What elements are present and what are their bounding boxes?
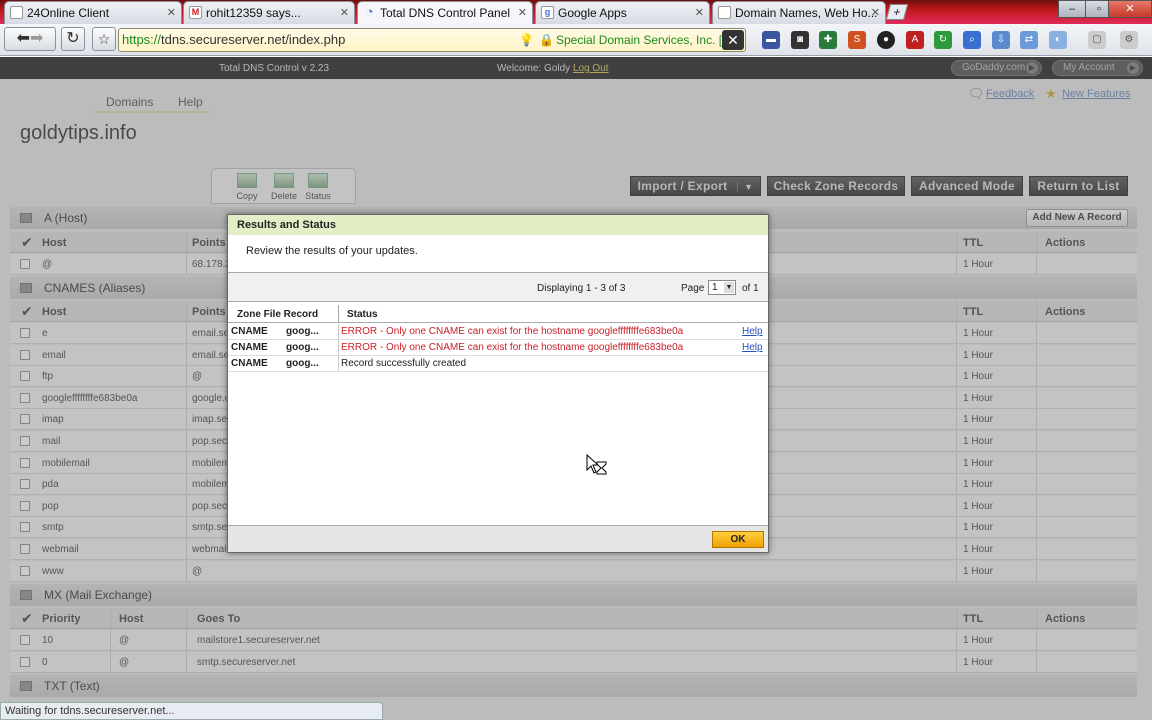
badge-icon[interactable]: ◐ bbox=[1049, 31, 1067, 49]
help-link[interactable]: Help bbox=[742, 326, 763, 337]
extension-flag-icon[interactable]: ▬ bbox=[762, 31, 780, 49]
loading-icon: ◔ bbox=[365, 4, 374, 19]
reload-button[interactable]: ↻ bbox=[61, 27, 85, 51]
address-bar[interactable]: https://tdns.secureserver.net/index.php … bbox=[118, 28, 746, 52]
new-tab-button[interactable]: + bbox=[885, 4, 909, 20]
result-row: CNAME goog... ERROR - Only one CNAME can… bbox=[228, 324, 768, 340]
forward-icon[interactable]: ➡ bbox=[30, 30, 43, 47]
google-icon: g bbox=[541, 6, 554, 19]
help-link[interactable]: Help bbox=[742, 342, 763, 353]
tab-label: Google Apps bbox=[558, 6, 627, 20]
tab-label: rohit12359 says... bbox=[206, 6, 301, 20]
col-status: Status bbox=[347, 309, 378, 320]
record-host: goog... bbox=[286, 326, 319, 337]
bookmark-button[interactable]: ☆ bbox=[92, 27, 116, 51]
browser-tab-bar: 24Online Client ✕ M rohit12359 says... ✕… bbox=[0, 0, 1152, 25]
tab-label: Domain Names, Web Ho... bbox=[735, 6, 878, 20]
camera-icon[interactable]: ◙ bbox=[791, 31, 809, 49]
window-close-button[interactable]: ✕ bbox=[1108, 0, 1152, 18]
chevron-down-icon: ▼ bbox=[724, 282, 734, 293]
record-host: goog... bbox=[286, 358, 319, 369]
page-total: of 1 bbox=[742, 283, 759, 294]
page-value: 1 bbox=[712, 282, 718, 293]
modal-subtitle: Review the results of your updates. bbox=[246, 245, 418, 257]
modal-footer: OK bbox=[228, 525, 768, 552]
browser-toolbar: ⬅➡ ↻ ☆ https://tdns.secureserver.net/ind… bbox=[0, 24, 1152, 56]
result-row: CNAME goog... Record successfully create… bbox=[228, 356, 768, 372]
tab-gmail[interactable]: M rohit12359 says... ✕ bbox=[183, 1, 355, 24]
url-path: tdns.secureserver.net/index.php bbox=[161, 32, 346, 47]
wrench-icon[interactable]: ⚙ bbox=[1120, 31, 1138, 49]
modal-title: Results and Status bbox=[228, 215, 768, 235]
pdf-icon[interactable]: A bbox=[906, 31, 924, 49]
browser-status-bar: Waiting for tdns.secureserver.net... bbox=[0, 702, 383, 720]
record-status: Record successfully created bbox=[341, 358, 467, 369]
seo-icon[interactable]: S bbox=[848, 31, 866, 49]
page-icon bbox=[718, 6, 731, 19]
busy-cursor-icon bbox=[586, 454, 607, 475]
puzzle-icon[interactable]: ✚ bbox=[819, 31, 837, 49]
tab-domain-names[interactable]: Domain Names, Web Ho... ✕ bbox=[712, 1, 886, 24]
lightbulb-icon[interactable]: 💡 bbox=[519, 29, 534, 51]
circle-app-icon[interactable]: ● bbox=[877, 31, 895, 49]
tab-total-dns[interactable]: ◔ Total DNS Control Panel ✕ bbox=[357, 1, 533, 25]
translate-icon[interactable]: ⇄ bbox=[1020, 31, 1038, 49]
url-scheme: https:// bbox=[122, 32, 162, 47]
close-icon[interactable]: ✕ bbox=[695, 6, 704, 19]
reload-icon: ↻ bbox=[66, 30, 80, 47]
close-icon[interactable]: ✕ bbox=[871, 6, 880, 19]
results-table-header: Zone File Record Status bbox=[228, 305, 768, 323]
back-icon[interactable]: ⬅ bbox=[17, 30, 30, 47]
page-icon bbox=[10, 6, 23, 19]
tab-label: 24Online Client bbox=[27, 6, 110, 20]
back-forward-buttons[interactable]: ⬅➡ bbox=[4, 27, 56, 51]
lock-icon[interactable]: 🔒 bbox=[539, 29, 554, 51]
record-status: ERROR - Only one CNAME can exist for the… bbox=[341, 342, 684, 353]
star-icon: ☆ bbox=[97, 31, 111, 47]
display-count: Displaying 1 - 3 of 3 bbox=[537, 283, 626, 294]
modal-pager: Displaying 1 - 3 of 3 Page 1 ▼ of 1 bbox=[228, 272, 768, 302]
tab-24online[interactable]: 24Online Client ✕ bbox=[4, 1, 182, 24]
close-icon[interactable]: ✕ bbox=[167, 6, 176, 19]
record-type: CNAME bbox=[231, 342, 268, 353]
page-select[interactable]: 1 ▼ bbox=[708, 280, 736, 295]
ev-certificate[interactable]: Special Domain Services, Inc. [US] bbox=[556, 29, 742, 51]
record-host: goog... bbox=[286, 342, 319, 353]
results-modal: Results and Status Review the results of… bbox=[227, 214, 769, 553]
tab-label: Total DNS Control Panel bbox=[380, 6, 511, 20]
record-type: CNAME bbox=[231, 358, 268, 369]
gmail-icon: M bbox=[189, 6, 202, 19]
ok-button[interactable]: OK bbox=[712, 531, 764, 548]
page-menu-icon[interactable]: ▢ bbox=[1088, 31, 1106, 49]
tab-google-apps[interactable]: g Google Apps ✕ bbox=[535, 1, 710, 24]
col-zone-record: Zone File Record bbox=[237, 309, 319, 320]
record-status: ERROR - Only one CNAME can exist for the… bbox=[341, 326, 684, 337]
record-type: CNAME bbox=[231, 326, 268, 337]
minimize-button[interactable]: – bbox=[1058, 0, 1086, 18]
page-label: Page bbox=[681, 283, 705, 294]
close-icon[interactable]: ✕ bbox=[340, 6, 349, 19]
download-icon[interactable]: ⇩ bbox=[992, 31, 1010, 49]
refresh-ext-icon[interactable]: ↻ bbox=[934, 31, 952, 49]
result-row: CNAME goog... ERROR - Only one CNAME can… bbox=[228, 340, 768, 356]
stop-icon[interactable]: ✕ bbox=[722, 30, 744, 50]
search-icon[interactable]: ⌕ bbox=[963, 31, 981, 49]
close-icon[interactable]: ✕ bbox=[518, 6, 527, 19]
